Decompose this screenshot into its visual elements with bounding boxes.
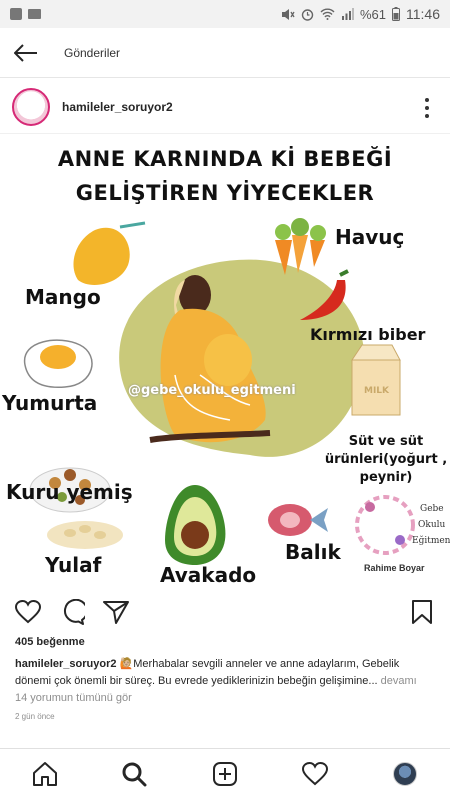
post-image[interactable]: ANNE KARNINDA Kİ BEBEĞİ GELİŞTİREN YİYEC… — [0, 135, 450, 590]
food-label-havuc: Havuç — [335, 225, 405, 249]
activity-icon — [302, 762, 328, 786]
brand-logo-illustration — [355, 495, 415, 555]
nav-home[interactable] — [30, 759, 60, 789]
like-count[interactable]: 405 beğenme — [15, 636, 85, 648]
clock: 11:46 — [406, 6, 440, 22]
heart-icon — [15, 600, 41, 624]
wifi-icon — [320, 8, 335, 20]
image-watermark: @gebe_okulu_egitmeni — [128, 383, 296, 398]
home-icon — [33, 762, 57, 786]
nav-search[interactable] — [119, 759, 149, 789]
comment-button[interactable] — [58, 598, 86, 626]
battery-percent: %61 — [359, 6, 386, 22]
nav-activity[interactable] — [300, 759, 330, 789]
top-bar: Gönderiler — [0, 28, 450, 78]
post-header: hamileler_soruyor2 — [0, 80, 450, 134]
food-label-avakado: Avakado — [160, 563, 257, 587]
share-button[interactable] — [102, 598, 130, 626]
battery-icon — [392, 7, 400, 21]
mute-icon — [281, 8, 295, 20]
carrot-illustration — [275, 218, 326, 275]
brand-line2: Okulu — [418, 520, 446, 530]
notification-icon — [10, 8, 22, 20]
post-username[interactable]: hamileler_soruyor2 — [62, 100, 173, 114]
egg-illustration — [24, 339, 93, 388]
alarm-icon — [301, 8, 314, 21]
food-label-sut-line3: peynir) — [359, 470, 413, 485]
caption-more-link[interactable]: devamı — [381, 675, 417, 687]
search-icon — [122, 762, 147, 787]
brand-line3: Eğitmeni — [412, 536, 450, 546]
more-vertical-icon — [425, 98, 429, 102]
food-label-yulaf: Yulaf — [45, 553, 102, 577]
food-label-sut-line1: Süt ve süt — [348, 434, 424, 449]
food-label-yumurta: Yumurta — [2, 391, 98, 415]
like-button[interactable] — [14, 598, 42, 626]
page-title: Gönderiler — [64, 45, 121, 60]
avatar[interactable] — [12, 87, 50, 126]
bottom-nav — [0, 748, 450, 800]
nav-new-post[interactable] — [210, 759, 240, 789]
food-label-balik: Balık — [285, 540, 341, 564]
bookmark-icon — [412, 600, 432, 624]
fish-illustration — [268, 504, 328, 536]
image-illustration — [24, 218, 415, 565]
signal-icon — [341, 8, 354, 20]
milk-carton-illustration — [351, 344, 401, 416]
view-comments-link[interactable]: 14 yorumun tümünü gör — [15, 692, 132, 704]
food-label-kuru-yemis: Kuru yemiş — [6, 480, 133, 504]
avocado-illustration — [165, 485, 226, 565]
back-button[interactable] — [6, 28, 46, 78]
food-label-sut-line2: ürünleri(yoğurt , — [324, 452, 448, 467]
add-post-icon — [213, 762, 237, 786]
milk-carton-text: MILK — [364, 386, 390, 396]
food-label-biber: Kırmızı biber — [310, 325, 426, 344]
arrow-left-icon — [14, 43, 37, 62]
status-left — [10, 8, 41, 20]
oats-illustration — [47, 521, 123, 549]
brand-name: Rahime Boyar — [364, 563, 425, 573]
food-label-mango: Mango — [25, 285, 101, 309]
nav-profile[interactable] — [390, 759, 420, 789]
more-options-button[interactable] — [424, 98, 430, 118]
brand-line1: Gebe — [420, 504, 444, 514]
post-actions — [0, 592, 450, 632]
mango-illustration — [73, 221, 146, 285]
post-caption: hamileler_soruyor2 🙋🏼Merhabalar sevgili … — [15, 656, 435, 690]
share-icon — [103, 601, 129, 624]
profile-avatar — [393, 762, 417, 786]
status-bar: %61 11:46 — [0, 0, 450, 28]
status-right: %61 11:46 — [281, 6, 440, 22]
save-button[interactable] — [408, 598, 436, 626]
comment-icon — [64, 599, 85, 625]
folder-icon — [28, 9, 41, 19]
food-label-sut: Süt ve süt ürünleri(yoğurt , peynir) — [322, 433, 450, 487]
post-timestamp: 2 gün önce — [15, 712, 55, 721]
caption-username[interactable]: hamileler_soruyor2 — [15, 658, 117, 670]
